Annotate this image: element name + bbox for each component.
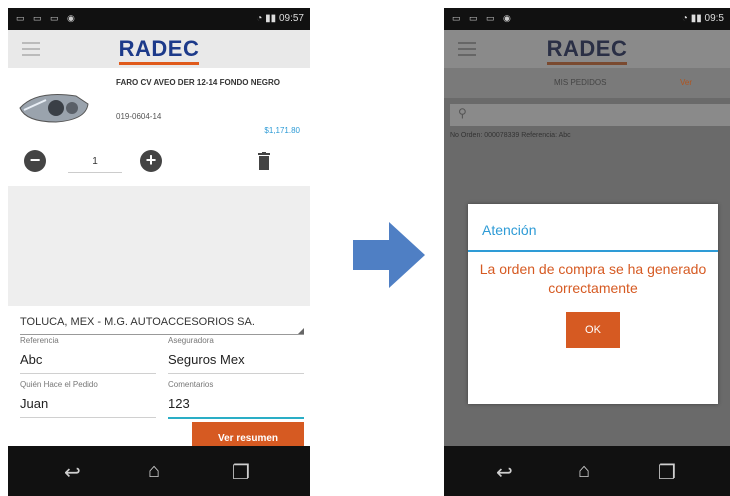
signal-icon: ◔ ▮▮ (681, 13, 705, 24)
comentarios-label: Comentarios (168, 380, 214, 389)
dropdown-caret-icon (298, 328, 304, 334)
referencia-field[interactable]: Referencia Abc (20, 336, 156, 374)
dialog-message: La orden de compra se ha generado correc… (479, 261, 707, 296)
tab-ver: Ver (680, 78, 693, 87)
aseguradora-input[interactable]: Seguros Mex (168, 353, 304, 374)
alert-dialog: Atención La orden de compra se ha genera… (468, 204, 718, 404)
comentarios-input[interactable]: 123 (168, 397, 304, 419)
trash-icon[interactable] (258, 152, 270, 170)
dimmed-background: MIS PEDIDOS Ver ⚲ No Orden: 000078339 Re… (444, 68, 730, 446)
quantity-field[interactable]: 1 (68, 152, 122, 173)
back-icon[interactable]: ↩ (64, 460, 81, 485)
tab-bar: MIS PEDIDOS Ver (444, 68, 730, 98)
quien-hace-label: Quién Hace el Pedido (20, 380, 98, 389)
notification-icons: ▭ ▭ ▭ ◉ (16, 13, 78, 23)
status-bar: ▭ ▭ ▭ ◉ ◔ ▮▮ 09:5 (444, 8, 730, 30)
order-form: FARO CV AVEO DER 12-14 FONDO NEGRO 019-0… (8, 68, 310, 456)
signal-icon: ◔ ▮▮ (256, 13, 279, 24)
notification-icons: ▭ ▭ ▭ ◉ (452, 13, 514, 23)
brand-logo: RADEC (444, 36, 730, 65)
home-icon[interactable]: ⌂ (578, 460, 590, 483)
recents-icon[interactable]: ❐ (232, 460, 250, 485)
product-price: $1,171.80 (264, 126, 300, 135)
headlight-image (19, 94, 89, 123)
logo-underline (119, 62, 199, 65)
status-bar: ▭ ▭ ▭ ◉ ◔ ▮▮ 09:57 (8, 8, 310, 30)
app-bar: RADEC (8, 30, 310, 68)
logo-text: RADEC (546, 36, 628, 61)
order-row: No Orden: 000078339 Referencia: Abc (450, 132, 571, 139)
aseguradora-field[interactable]: Aseguradora Seguros Mex (168, 336, 304, 374)
status-time: 09:5 (704, 13, 724, 24)
arrow-right-icon (353, 222, 425, 288)
android-nav-bar: ↩ ⌂ ❐ (8, 446, 310, 496)
referencia-label: Referencia (20, 336, 59, 345)
android-nav-bar: ↩ ⌂ ❐ (444, 446, 730, 496)
quien-hace-field[interactable]: Quién Hace el Pedido Juan (20, 380, 156, 418)
logo-underline (547, 62, 627, 65)
dealer-select[interactable]: TOLUCA, MEX - M.G. AUTOACCESORIOS SA. (20, 316, 304, 335)
phone-screen-right: ▭ ▭ ▭ ◉ ◔ ▮▮ 09:5 RADEC MIS PEDIDOS Ver … (444, 8, 730, 496)
dialog-divider (468, 250, 718, 252)
product-code: 019-0604-14 (116, 112, 162, 121)
app-bar: RADEC (444, 30, 730, 68)
status-time: 09:57 (278, 13, 304, 24)
quien-hace-input[interactable]: Juan (20, 397, 156, 418)
back-icon[interactable]: ↩ (496, 460, 513, 485)
recents-icon[interactable]: ❐ (658, 460, 676, 485)
brand-logo: RADEC (8, 36, 310, 65)
home-icon[interactable]: ⌂ (148, 460, 160, 483)
dealer-select-value: TOLUCA, MEX - M.G. AUTOACCESORIOS SA. (20, 316, 255, 328)
search-bar: ⚲ (450, 104, 730, 126)
plus-button[interactable]: + (140, 150, 162, 172)
empty-panel (8, 186, 310, 306)
quantity-stepper: − 1 + (24, 150, 294, 180)
tab-mis-pedidos: MIS PEDIDOS (554, 78, 607, 87)
logo-text: RADEC (118, 36, 200, 61)
product-name: FARO CV AVEO DER 12-14 FONDO NEGRO (116, 78, 281, 87)
dialog-title: Atención (482, 222, 537, 238)
minus-button[interactable]: − (24, 150, 46, 172)
aseguradora-label: Aseguradora (168, 336, 214, 345)
comentarios-field[interactable]: Comentarios 123 (168, 380, 304, 419)
referencia-input[interactable]: Abc (20, 353, 156, 374)
ok-button[interactable]: OK (566, 312, 620, 348)
search-icon: ⚲ (458, 106, 467, 120)
phone-screen-left: ▭ ▭ ▭ ◉ ◔ ▮▮ 09:57 RADEC FARO CV AVEO DE… (8, 8, 310, 496)
